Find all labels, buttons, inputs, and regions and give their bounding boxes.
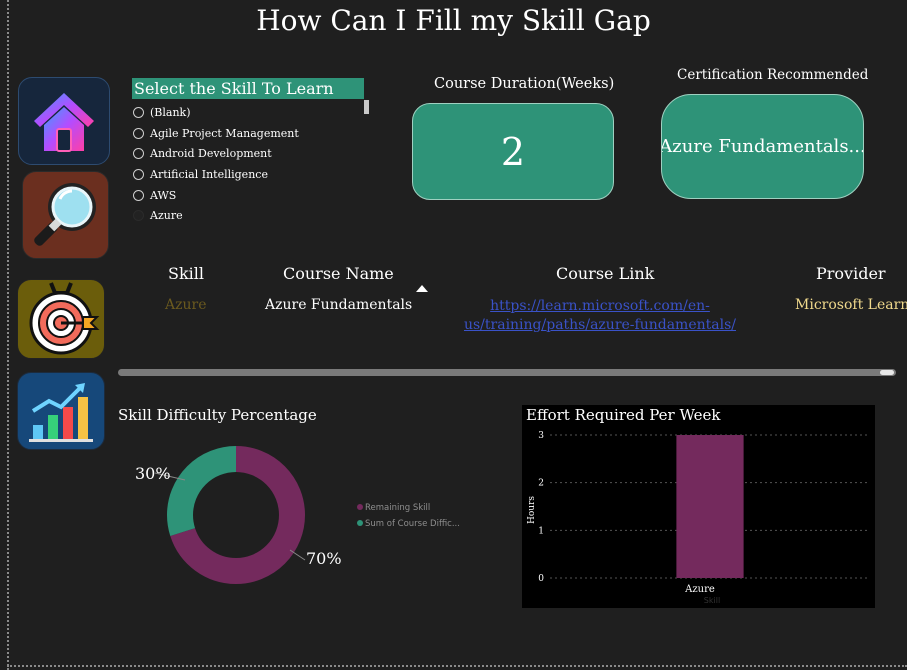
radio-button[interactable] <box>133 148 144 160</box>
y-axis-label: Hours <box>527 496 537 524</box>
x-axis-label: Skill <box>704 596 720 605</box>
nav-progress-button[interactable] <box>17 372 105 450</box>
donut-chart: 30% 70% Remaining Skill Sum of Course Di… <box>135 446 460 584</box>
table-cell-provider: Microsoft Learn <box>795 297 907 313</box>
course-link[interactable]: https://learn.microsoft.com/en-us/traini… <box>422 297 778 335</box>
duration-card-label: Course Duration(Weeks) <box>434 76 615 92</box>
slicer-item-blank[interactable]: (Blank) <box>132 102 362 123</box>
slicer-item-label: (Blank) <box>150 105 191 119</box>
x-tick-label: Azure <box>684 584 715 595</box>
slicer-item-label: Android Development <box>150 147 272 161</box>
legend-label-course: Sum of Course Diffic... <box>365 519 460 529</box>
y-tick-label: 0 <box>538 574 544 584</box>
target-icon <box>29 282 100 355</box>
bar-chart-title: Effort Required Per Week <box>526 406 721 424</box>
sort-ascending-icon[interactable] <box>416 285 428 292</box>
y-tick-label: 1 <box>538 526 544 536</box>
radio-button[interactable] <box>133 106 144 118</box>
y-tick-label: 2 <box>538 479 544 489</box>
home-icon <box>34 93 94 152</box>
y-tick-label: 3 <box>538 431 544 441</box>
table-cell-course-name: Azure Fundamentals <box>265 297 413 313</box>
table-horizontal-scrollbar[interactable] <box>118 369 896 376</box>
column-header-course-name[interactable]: Course Name <box>283 264 394 283</box>
slice-label-course: 30% <box>135 464 171 483</box>
certification-card-label: Certification Recommended <box>677 67 869 83</box>
column-header-provider[interactable]: Provider <box>816 264 886 283</box>
legend-swatch-course <box>357 520 363 526</box>
radio-button[interactable] <box>133 127 144 139</box>
column-header-skill[interactable]: Skill <box>168 264 204 283</box>
growth-chart-icon <box>29 383 93 442</box>
bar-chart: 0 1 2 3 Azure Skill Hours <box>527 431 870 605</box>
legend-swatch-remaining <box>357 504 363 510</box>
radio-button-selected[interactable] <box>133 210 144 222</box>
nav-search-button[interactable] <box>22 171 109 259</box>
slicer-item-android[interactable]: Android Development <box>132 143 362 164</box>
radio-button[interactable] <box>133 189 144 201</box>
frame-border-left <box>7 0 9 670</box>
slice-label-remaining: 70% <box>306 549 342 568</box>
frame-border-bottom <box>7 665 907 667</box>
legend-label-remaining: Remaining Skill <box>365 503 430 513</box>
duration-value: 2 <box>500 129 526 174</box>
table-cell-skill: Azure <box>165 297 207 313</box>
page-title: How Can I Fill my Skill Gap <box>256 4 651 37</box>
certification-card: Azure Fundamentals... <box>661 94 864 199</box>
slicer-item-label: Artificial Intelligence <box>150 167 268 181</box>
scrollbar-thumb[interactable] <box>880 370 894 375</box>
certification-value: Azure Fundamentals... <box>661 136 864 157</box>
skill-slicer-header: Select the Skill To Learn <box>132 78 364 99</box>
slicer-item-agile[interactable]: Agile Project Management <box>132 123 362 144</box>
bar-azure[interactable] <box>676 435 744 578</box>
radio-button[interactable] <box>133 168 144 180</box>
slicer-item-ai[interactable]: Artificial Intelligence <box>132 164 362 185</box>
slicer-item-label: AWS <box>150 188 177 202</box>
nav-home-button[interactable] <box>18 77 110 165</box>
slicer-scrollbar[interactable] <box>364 100 369 114</box>
slicer-item-label: Agile Project Management <box>150 126 299 140</box>
column-header-course-link[interactable]: Course Link <box>556 264 654 283</box>
donut-chart-title: Skill Difficulty Percentage <box>118 406 317 424</box>
slicer-item-azure[interactable]: Azure <box>132 205 362 226</box>
slicer-item-label: Azure <box>150 209 183 223</box>
skill-slicer-list: (Blank) Agile Project Management Android… <box>132 102 362 226</box>
duration-card: 2 <box>412 103 614 200</box>
magnifier-icon <box>33 183 96 246</box>
slicer-item-aws[interactable]: AWS <box>132 185 362 206</box>
nav-target-button[interactable] <box>17 279 105 359</box>
